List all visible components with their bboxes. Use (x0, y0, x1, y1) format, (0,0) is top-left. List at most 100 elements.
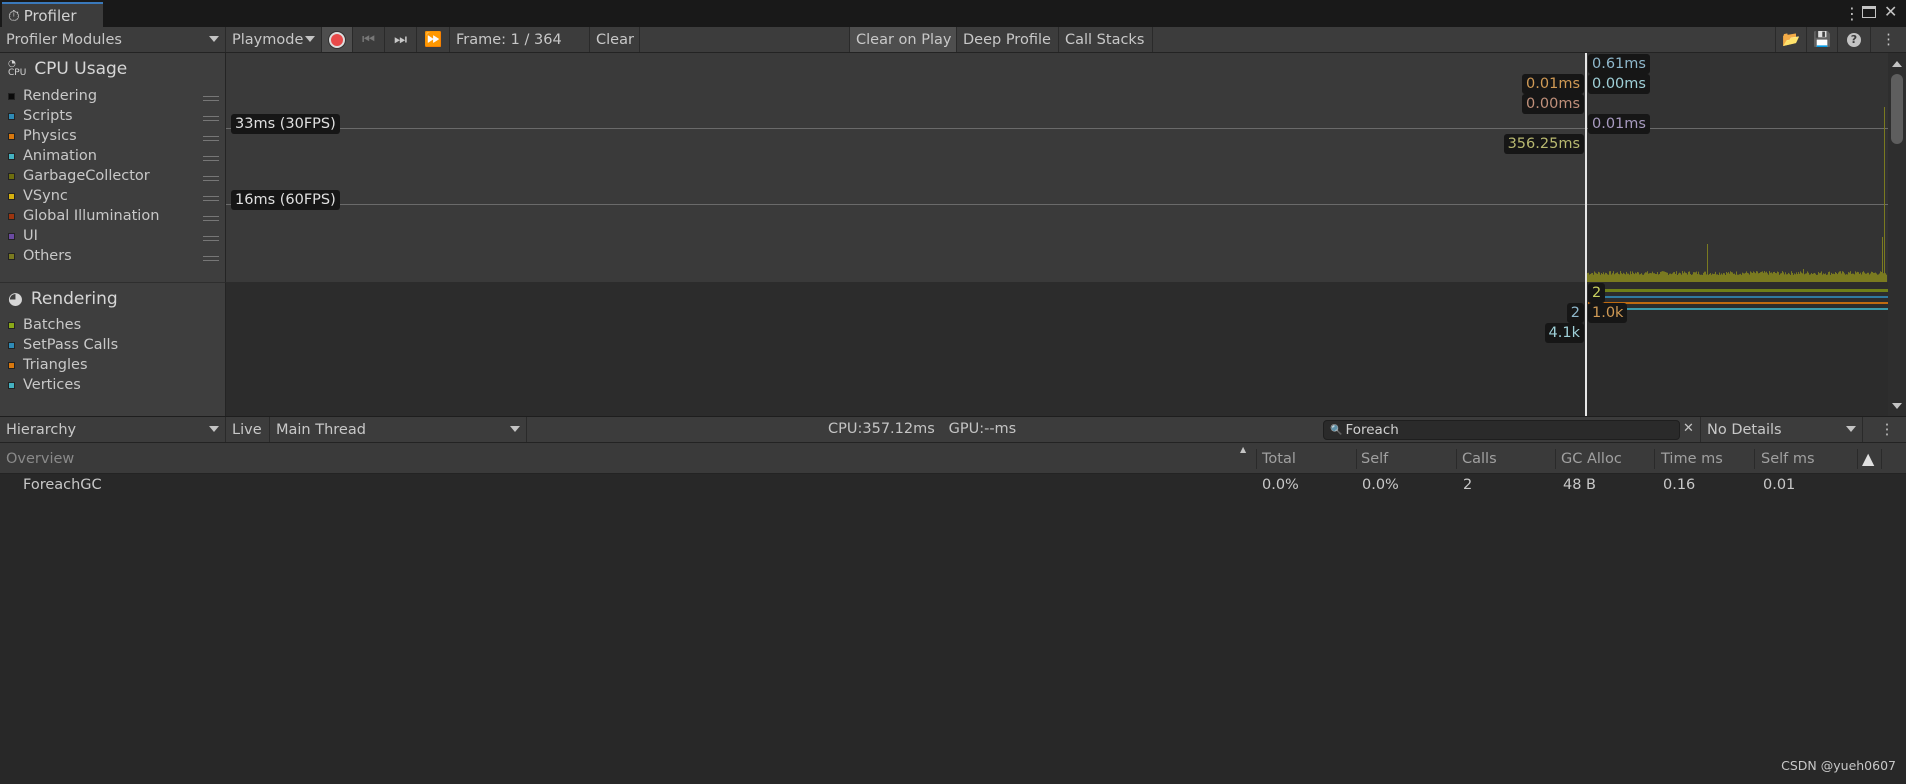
column-self-ms[interactable]: Self ms (1761, 451, 1815, 467)
target-dropdown[interactable]: Playmode (226, 27, 322, 52)
deep-profile-toggle[interactable]: Deep Profile (957, 27, 1059, 52)
thread-dropdown[interactable]: Main Thread (270, 417, 527, 442)
value-label: 0.00ms (1588, 74, 1650, 94)
frame-bar (1590, 274, 1591, 282)
rendering-module-legend[interactable]: ◕ Rendering Batches SetPass Calls Triangles… (0, 282, 226, 416)
save-button[interactable]: 💾 (1807, 27, 1838, 52)
rendering-module-title[interactable]: ◕ Rendering (8, 289, 118, 309)
frame-bar (1659, 273, 1660, 282)
frame-bar (1739, 274, 1740, 282)
legend-item[interactable]: Physics (8, 128, 77, 144)
legend-item[interactable]: Vertices (8, 377, 81, 393)
drag-handle-icon[interactable] (203, 116, 219, 121)
details-dropdown[interactable]: No Details (1700, 417, 1863, 442)
column-time-ms[interactable]: Time ms (1661, 451, 1723, 467)
frame-bar (1682, 271, 1683, 282)
drag-handle-icon[interactable] (203, 156, 219, 161)
cpu-module-legend[interactable]: ◔ CPU CPU Usage Rendering Scripts Physics Ani… (0, 53, 226, 282)
clear-search-icon[interactable]: ✕ (1683, 421, 1694, 436)
fps60-label: 16ms (60FPS) (231, 190, 340, 210)
legend-item[interactable]: Others (8, 248, 72, 264)
scroll-down-icon[interactable] (1892, 403, 1902, 409)
frame-bar (1876, 273, 1877, 282)
legend-item[interactable]: Global Illumination (8, 208, 159, 224)
modules-scrollbar[interactable] (1888, 53, 1906, 416)
help-button[interactable]: ? (1838, 27, 1871, 52)
legend-item[interactable]: VSync (8, 188, 68, 204)
frame-bar (1725, 274, 1726, 282)
record-button[interactable] (322, 27, 353, 52)
frame-bar (1842, 271, 1843, 282)
column-self[interactable]: Self (1361, 451, 1388, 467)
frame-bar (1730, 271, 1731, 282)
frame-bar (1864, 272, 1865, 282)
live-toggle[interactable]: Live (226, 417, 270, 442)
drag-handle-icon[interactable] (203, 96, 219, 101)
frame-bar (1633, 273, 1634, 282)
frame-bar (1830, 274, 1831, 282)
frame-bar (1663, 271, 1664, 282)
frame-cursor[interactable] (1585, 53, 1587, 416)
row-self: 0.0% (1362, 477, 1399, 493)
frame-bar (1674, 272, 1675, 282)
drag-handle-icon[interactable] (203, 196, 219, 201)
clear-button[interactable]: Clear (590, 27, 640, 52)
legend-item[interactable]: Scripts (8, 108, 73, 124)
drag-handle-icon[interactable] (203, 256, 219, 261)
next-frame-button[interactable]: ⏭ (385, 27, 417, 52)
value-label: 0.00ms (1522, 94, 1584, 114)
search-input[interactable]: 🔍 Foreach (1323, 420, 1680, 440)
legend-item[interactable]: GarbageCollector (8, 168, 150, 184)
frame-bar (1771, 272, 1772, 282)
triangles-value: 1.0k (1588, 303, 1628, 323)
view-dropdown[interactable]: Hierarchy (0, 417, 226, 442)
cpu-module-title[interactable]: ◔ CPU CPU Usage (8, 59, 127, 79)
legend-item[interactable]: UI (8, 228, 38, 244)
drag-handle-icon[interactable] (203, 176, 219, 181)
clear-on-play-toggle[interactable]: Clear on Play (849, 27, 957, 52)
drag-handle-icon[interactable] (203, 136, 219, 141)
frame-bar (1686, 273, 1687, 282)
load-button[interactable]: 📂 (1775, 27, 1807, 52)
frame-bar (1696, 271, 1697, 282)
frame-bar (1588, 272, 1589, 282)
frame-bar (1743, 273, 1744, 282)
legend-item[interactable]: Triangles (8, 357, 88, 373)
frame-bar (1866, 273, 1867, 282)
frame-bar (1603, 272, 1604, 282)
drag-handle-icon[interactable] (203, 236, 219, 241)
column-gc-alloc[interactable]: GC Alloc (1561, 451, 1622, 467)
more-options-button[interactable]: ⋮ (1871, 27, 1906, 52)
cpu-chart-history[interactable] (226, 53, 1585, 282)
frame-bar (1624, 273, 1625, 282)
drag-handle-icon[interactable] (203, 216, 219, 221)
legend-item[interactable]: Batches (8, 317, 81, 333)
frame-bar (1706, 274, 1707, 282)
chevron-down-icon (510, 426, 520, 432)
profiler-modules-dropdown[interactable]: Profiler Modules (0, 27, 226, 52)
legend-item[interactable]: SetPass Calls (8, 337, 118, 353)
column-total[interactable]: Total (1262, 451, 1296, 467)
call-stacks-toggle[interactable]: Call Stacks (1059, 27, 1153, 52)
column-overview[interactable]: Overview (6, 451, 74, 467)
frame-bar (1762, 271, 1763, 282)
legend-item[interactable]: Rendering (8, 88, 97, 104)
maximize-icon[interactable] (1862, 6, 1876, 18)
last-frame-button[interactable]: ⏩ (417, 27, 450, 52)
tab-profiler[interactable]: ⏱ Profiler (2, 2, 103, 27)
frame-bar (1789, 273, 1790, 282)
kebab-menu-icon[interactable]: ⋮ (1844, 4, 1860, 23)
frame-bar (1851, 273, 1852, 282)
legend-item[interactable]: Animation (8, 148, 97, 164)
frame-bar (1607, 274, 1608, 282)
scroll-up-icon[interactable] (1892, 61, 1902, 67)
frame-bar (1608, 274, 1609, 282)
hierarchy-options-button[interactable]: ⋮ (1868, 417, 1906, 442)
column-calls[interactable]: Calls (1462, 451, 1497, 467)
warning-column-icon[interactable]: ▲ (1862, 449, 1874, 468)
scrollbar-thumb[interactable] (1891, 74, 1903, 144)
previous-frame-button[interactable]: ⏮ (353, 27, 385, 52)
frame-bar (1598, 271, 1599, 282)
frame-bar (1655, 273, 1656, 282)
close-icon[interactable]: ✕ (1884, 2, 1897, 21)
